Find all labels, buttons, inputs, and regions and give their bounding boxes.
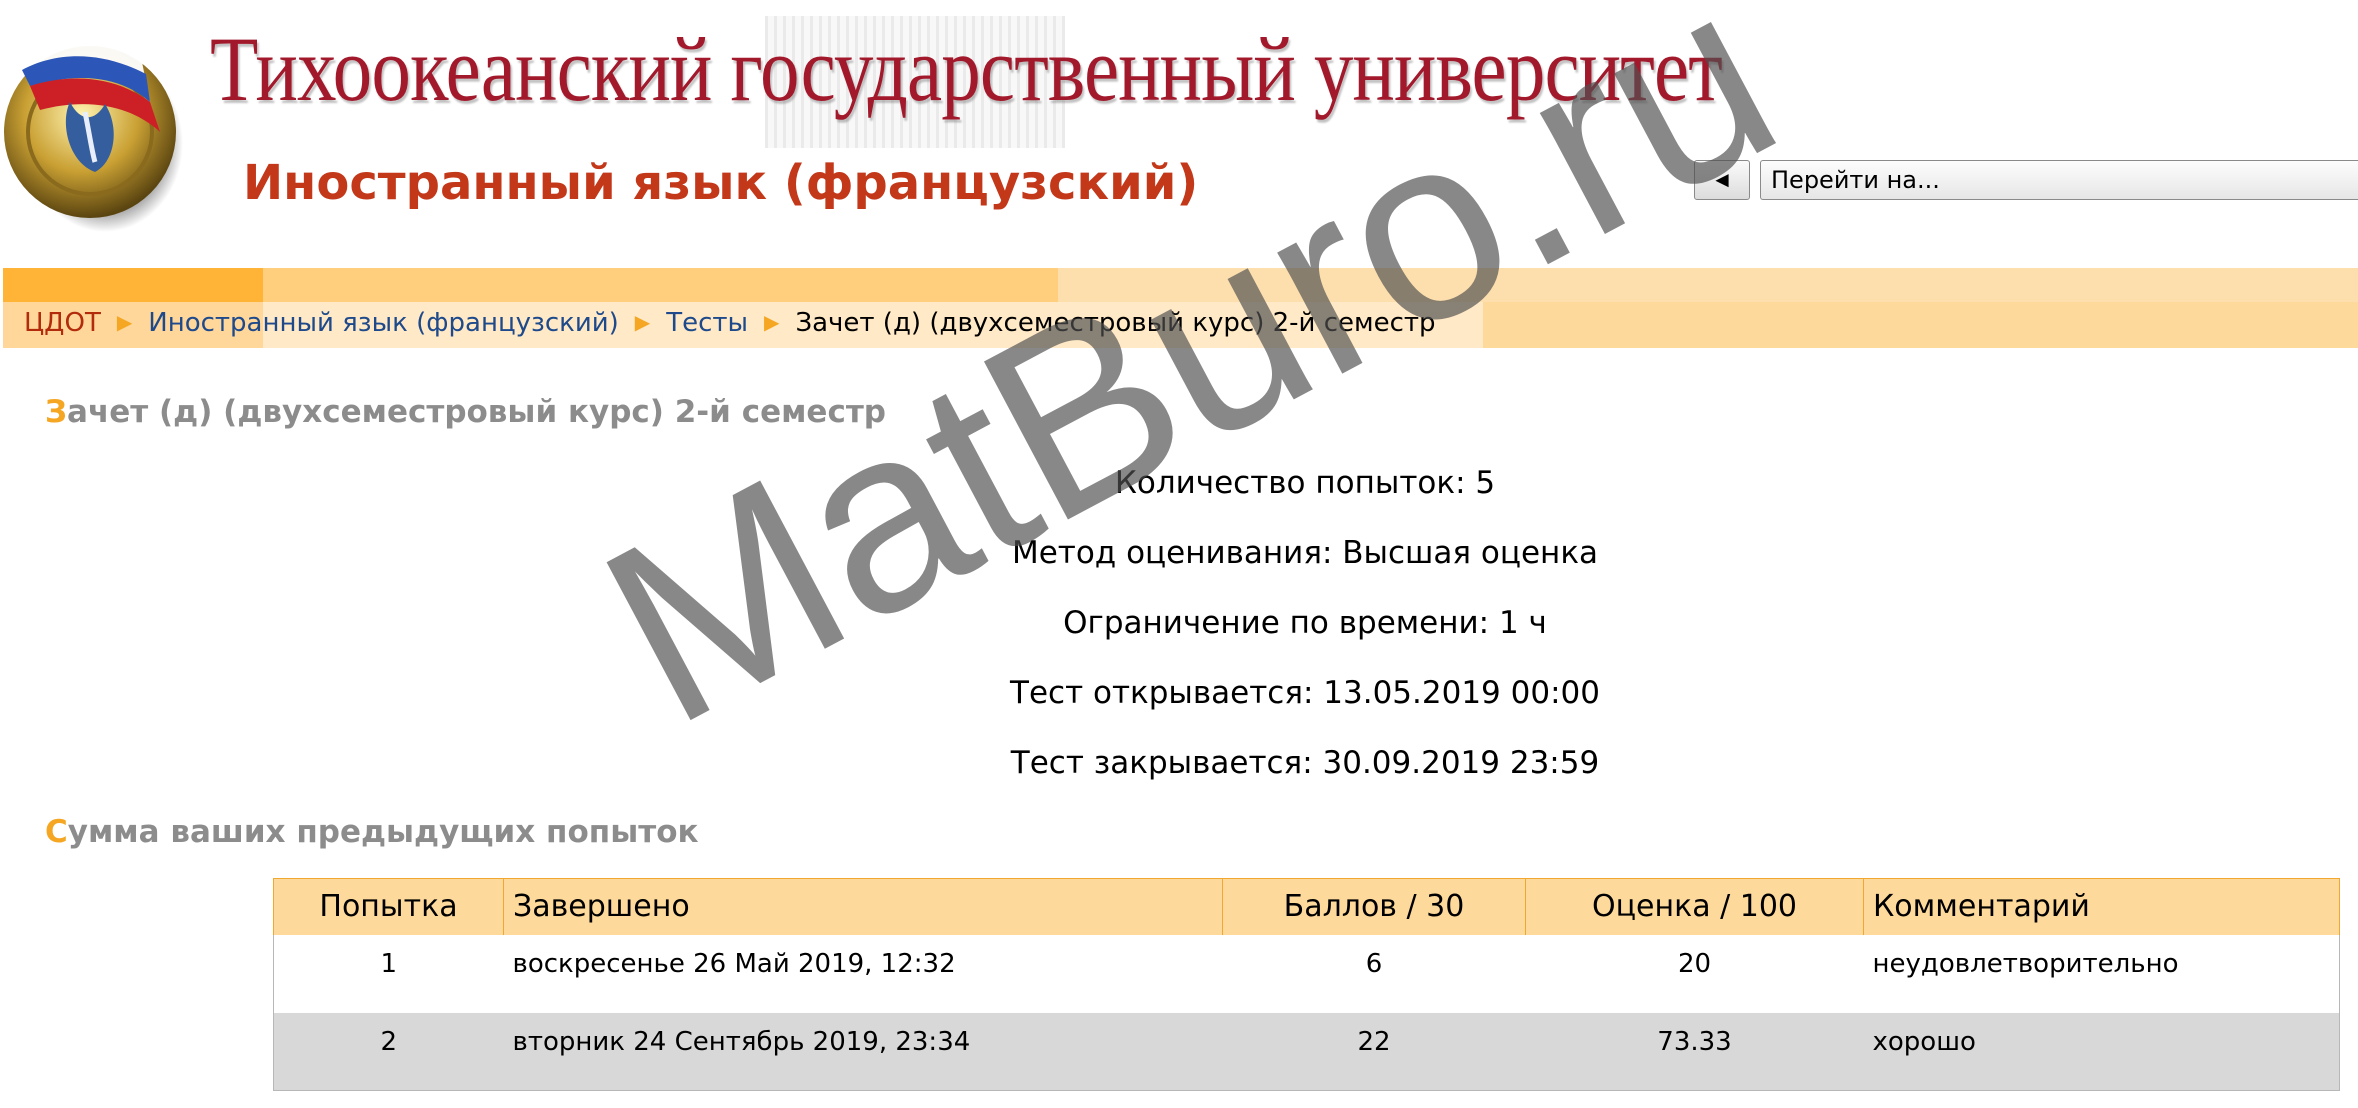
attempt-number-cell: 1 bbox=[380, 948, 398, 979]
breadcrumb-separator-icon: ▶ bbox=[764, 310, 780, 334]
breadcrumb-separator-icon: ▶ bbox=[116, 310, 133, 334]
table-header-row: Попытка Завершено Баллов / 30 Оценка / 1… bbox=[273, 878, 2340, 935]
comment-cell: хорошо bbox=[1863, 1012, 2340, 1091]
quiz-attempts-allowed: Количество попыток: 5 bbox=[1114, 465, 1496, 501]
column-header-grade: Оценка / 100 bbox=[1525, 878, 1864, 935]
score-cell: 6 bbox=[1365, 948, 1383, 979]
column-header-score: Баллов / 30 bbox=[1222, 878, 1526, 935]
breadcrumb-current: Зачет (д) (двухсеместровый курс) 2-й сем… bbox=[795, 308, 1436, 338]
column-header-completed: Завершено bbox=[503, 878, 1223, 935]
breadcrumb-home-link[interactable]: ЦДОТ bbox=[24, 308, 101, 338]
attempts-table: Попытка Завершено Баллов / 30 Оценка / 1… bbox=[273, 878, 2340, 1091]
breadcrumb: ЦДОТ ▶ Иностранный язык (французский) ▶ Тест… bbox=[24, 308, 1436, 338]
completed-date-cell: воскресенье 26 Май 2019, 12:32 bbox=[512, 948, 956, 979]
table-row: 1 воскресенье 26 Май 2019, 12:32 6 20 не… bbox=[274, 935, 2340, 1013]
breadcrumb-separator-icon: ▶ bbox=[634, 310, 651, 334]
quiz-heading: Зачет (д) (двухсеместровый курс) 2-й сем… bbox=[45, 394, 886, 430]
column-header-attempt: Попытка bbox=[273, 878, 504, 935]
breadcrumb-tests-link[interactable]: Тесты bbox=[666, 308, 748, 338]
column-header-comment: Комментарий bbox=[1863, 878, 2340, 935]
summary-heading: Сумма ваших предыдущих попыток bbox=[45, 814, 699, 850]
quiz-time-limit: Ограничение по времени: 1 ч bbox=[1063, 605, 1547, 641]
jump-back-button[interactable]: ◄ bbox=[1694, 160, 1750, 200]
course-title: Иностранный язык (французский) bbox=[243, 155, 1199, 211]
jump-to-select[interactable]: Перейти на... bbox=[1760, 160, 2358, 200]
quiz-open-date: Тест открывается: 13.05.2019 00:00 bbox=[1010, 675, 1600, 711]
university-title: Тихоокеанский государственный университе… bbox=[210, 18, 1723, 120]
grade-cell: 73.33 bbox=[1525, 1012, 1864, 1091]
attempt-number-cell: 2 bbox=[273, 1012, 504, 1091]
completed-date-cell: вторник 24 Сентябрь 2019, 23:34 bbox=[503, 1012, 1223, 1091]
comment-cell: неудовлетворительно bbox=[1872, 948, 2179, 979]
quiz-heading-text: ачет (д) (двухсеместровый курс) 2-й семе… bbox=[67, 394, 886, 430]
quiz-grading-method: Метод оценивания: Высшая оценка bbox=[1011, 535, 1599, 571]
university-emblem-icon bbox=[4, 35, 183, 232]
quiz-heading-initial: З bbox=[45, 394, 68, 430]
table-row: 2 вторник 24 Сентябрь 2019, 23:34 22 73.… bbox=[273, 1012, 2340, 1091]
grade-cell: 20 bbox=[1677, 948, 1712, 979]
summary-heading-text: умма ваших предыдущих попыток bbox=[67, 814, 699, 850]
score-cell: 22 bbox=[1222, 1012, 1526, 1091]
breadcrumb-course-link[interactable]: Иностранный язык (французский) bbox=[148, 308, 619, 338]
quiz-close-date: Тест закрывается: 30.09.2019 23:59 bbox=[1010, 745, 1600, 781]
summary-heading-initial: С bbox=[45, 814, 68, 850]
